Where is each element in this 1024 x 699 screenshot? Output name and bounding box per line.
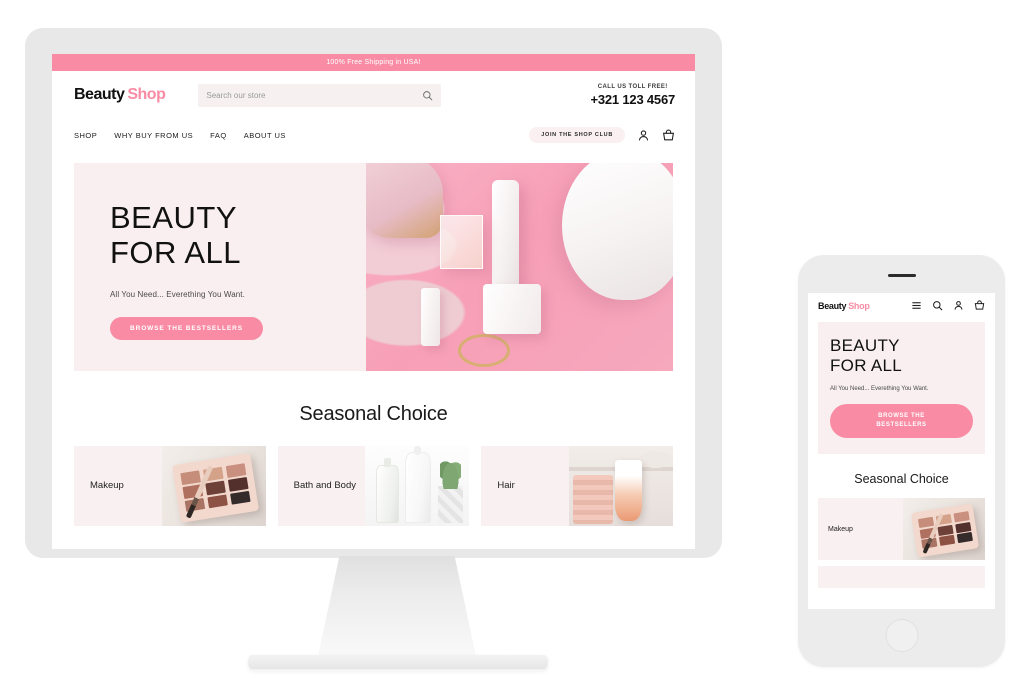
- mobile-category-card-image: [903, 498, 985, 561]
- mobile-browse-bestsellers-button[interactable]: BROWSE THE BESTSELLERS: [830, 404, 973, 439]
- category-card-label: Makeup: [90, 479, 124, 491]
- hero-photo-bag: [562, 163, 673, 301]
- screenshot-stage: 100% Free Shipping in USA! Beauty Shop S…: [0, 0, 1024, 699]
- hair-towels: [573, 474, 613, 525]
- mobile-header: Beauty Shop: [808, 293, 995, 318]
- hero-photo-serum: [421, 287, 440, 347]
- hamburger-icon[interactable]: [911, 300, 922, 311]
- hero-banner: BEAUTY FOR ALL All You Need... Everethin…: [74, 163, 673, 371]
- basket-icon[interactable]: [974, 300, 985, 311]
- bath-plant: [438, 458, 464, 523]
- bath-bottle-small: [375, 458, 399, 523]
- nav-item-shop[interactable]: SHOP: [74, 131, 97, 140]
- phone-speaker: [887, 274, 916, 277]
- hero-photo-perfume-box: [439, 215, 483, 270]
- nav-item-faq[interactable]: FAQ: [210, 131, 227, 140]
- search-icon[interactable]: [932, 300, 943, 311]
- main-nav: SHOP WHY BUY FROM US FAQ ABOUT US JOIN T…: [52, 119, 695, 151]
- site-logo[interactable]: Beauty Shop: [74, 86, 166, 104]
- announcement-bar: 100% Free Shipping in USA!: [52, 54, 695, 71]
- hair-bowl: [639, 450, 671, 469]
- mobile-hero-subtitle: All You Need... Everething You Want.: [830, 386, 929, 393]
- mobile-makeup-photo: [903, 498, 985, 561]
- category-card-image: [365, 446, 470, 526]
- eyeshadow-palette: [911, 503, 980, 558]
- eyeshadow-palette: [172, 452, 260, 523]
- seasonal-section-title: Seasonal Choice: [299, 403, 448, 425]
- hero-photo-ring: [458, 333, 511, 367]
- hero-photo-shoe: [366, 163, 443, 238]
- search-input[interactable]: [206, 90, 423, 100]
- hero-title: BEAUTY FOR ALL: [110, 200, 366, 270]
- hero-subtitle: All You Need... Everething You Want.: [110, 290, 245, 300]
- search-bar[interactable]: [198, 83, 442, 107]
- seasonal-cards: Makeup Bath and Body Hair: [74, 446, 674, 526]
- mobile-cta-line-2: BESTSELLERS: [876, 422, 927, 429]
- contact-label: CALL US TOLL FREE!: [597, 83, 668, 90]
- user-icon[interactable]: [637, 129, 650, 142]
- category-card-label: Hair: [497, 479, 515, 491]
- user-icon[interactable]: [953, 300, 964, 311]
- logo-secondary: Shop: [127, 86, 166, 103]
- contact-block: CALL US TOLL FREE! +321 123 4567: [590, 84, 675, 107]
- category-card-label: Bath and Body: [293, 479, 356, 491]
- monitor-stand-base: [248, 655, 548, 669]
- nav-actions: JOIN THE SHOP CLUB: [529, 127, 675, 143]
- announcement-text: 100% Free Shipping in USA!: [326, 59, 421, 66]
- category-card-hair[interactable]: Hair: [481, 446, 674, 526]
- bath-photo: [365, 446, 470, 526]
- hero-photo: [366, 163, 673, 371]
- logo-primary: Beauty: [74, 86, 125, 103]
- browse-bestsellers-button[interactable]: BROWSE THE BESTSELLERS: [110, 317, 263, 341]
- mobile-logo-primary: Beauty: [818, 300, 847, 311]
- mobile-hero: BEAUTY FOR ALL All You Need... Everethin…: [818, 322, 985, 455]
- mobile-category-card-makeup[interactable]: Makeup: [818, 498, 985, 561]
- category-card-image: [569, 446, 674, 526]
- contact-number[interactable]: +321 123 4567: [590, 92, 675, 107]
- hair-product-tube: [614, 460, 642, 522]
- category-card-bath-and-body[interactable]: Bath and Body: [277, 446, 470, 526]
- nav-links: SHOP WHY BUY FROM US FAQ ABOUT US: [74, 131, 286, 140]
- hero-title-line-1: BEAUTY: [110, 200, 238, 235]
- desktop-screen: 100% Free Shipping in USA! Beauty Shop S…: [52, 54, 695, 549]
- search-icon[interactable]: [422, 90, 433, 101]
- monitor-stand-neck: [317, 556, 477, 661]
- mobile-hero-title-line-2: FOR ALL: [830, 355, 903, 375]
- mobile-logo[interactable]: Beauty Shop: [818, 301, 870, 311]
- mobile-header-actions: [911, 300, 985, 311]
- hair-photo: [569, 446, 674, 526]
- mobile-hero-title: BEAUTY FOR ALL: [830, 336, 973, 375]
- phone-home-button[interactable]: [885, 619, 918, 652]
- hero-image: [366, 163, 673, 371]
- desktop-monitor-frame: 100% Free Shipping in USA! Beauty Shop S…: [25, 28, 722, 558]
- mobile-category-card-label: Makeup: [828, 525, 853, 533]
- basket-icon[interactable]: [662, 129, 675, 142]
- mobile-seasonal-title: Seasonal Choice: [854, 472, 949, 487]
- mobile-phone-frame: Beauty Shop BEAUTY FOR ALL All You Need.…: [798, 255, 1005, 667]
- hero-title-line-2: FOR ALL: [110, 235, 241, 271]
- mobile-category-card-next[interactable]: [818, 566, 985, 589]
- nav-item-about-us[interactable]: ABOUT US: [244, 131, 286, 140]
- site-header: BeautyShop CALL US TOLL FREE! +321 123 4…: [52, 71, 695, 119]
- mobile-cta-line-1: BROWSE THE: [878, 413, 925, 420]
- mobile-screen: Beauty Shop BEAUTY FOR ALL All You Need.…: [808, 293, 995, 609]
- join-shop-club-button[interactable]: JOIN THE SHOP CLUB: [529, 127, 625, 143]
- hero-content: BEAUTY FOR ALL All You Need... Everethin…: [74, 163, 366, 371]
- bath-bottle-cocooil: [404, 446, 431, 523]
- mobile-logo-secondary: Shop: [848, 300, 870, 311]
- mobile-hero-title-line-1: BEAUTY: [830, 336, 900, 355]
- category-card-image: [161, 446, 266, 526]
- nav-item-why-buy-from-us[interactable]: WHY BUY FROM US: [114, 131, 193, 140]
- makeup-photo: [161, 446, 266, 526]
- category-card-makeup[interactable]: Makeup: [74, 446, 266, 526]
